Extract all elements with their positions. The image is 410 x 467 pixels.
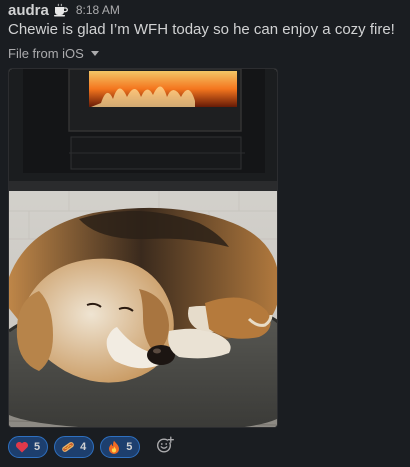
file-source-label: File from iOS (8, 46, 84, 61)
attached-photo[interactable] (8, 68, 278, 428)
reaction-count: 4 (80, 441, 87, 453)
hotdog-icon (61, 440, 75, 454)
reaction-fire[interactable]: 5 (100, 436, 141, 458)
heart-icon (15, 440, 29, 454)
add-reaction-button[interactable] (154, 436, 176, 458)
coffee-icon (53, 3, 69, 17)
timestamp[interactable]: 8:18 AM (76, 3, 120, 17)
reactions-bar: 5 4 5 (8, 436, 176, 458)
message: audra 8:18 AM Chewie is glad I’m WFH tod… (0, 0, 410, 467)
reaction-heart[interactable]: 5 (8, 436, 49, 458)
add-reaction-icon (156, 436, 175, 459)
reaction-count: 5 (126, 441, 133, 453)
file-source-menu[interactable]: File from iOS (8, 46, 99, 61)
fire-icon (107, 440, 121, 454)
reaction-hotdog[interactable]: 4 (54, 436, 95, 458)
message-header: audra 8:18 AM (8, 1, 120, 19)
author-name[interactable]: audra (8, 2, 49, 19)
caret-down-icon (90, 51, 99, 56)
beagle-fireplace-image (9, 69, 277, 427)
message-text: Chewie is glad I’m WFH today so he can e… (8, 21, 395, 38)
reaction-count: 5 (34, 441, 41, 453)
